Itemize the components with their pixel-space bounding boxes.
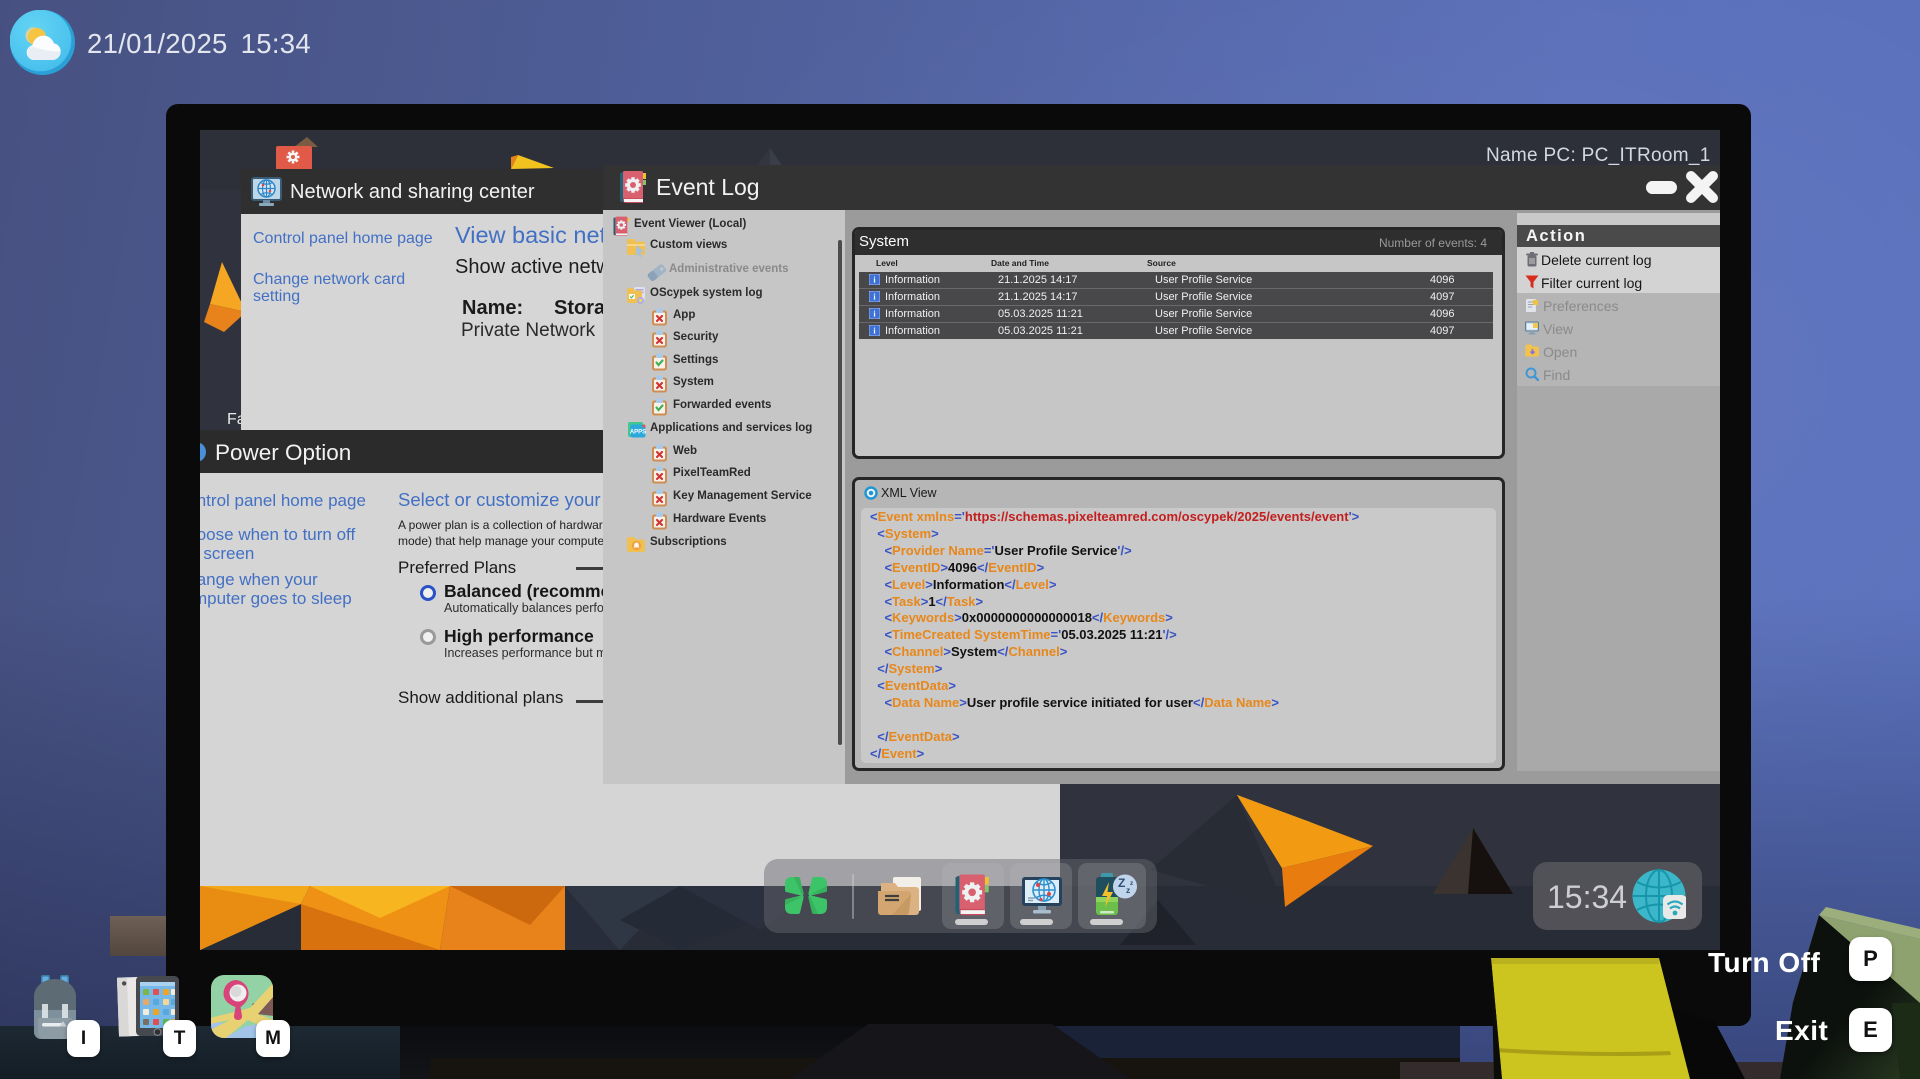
svg-text:APPS: APPS [630, 430, 646, 436]
svg-text:Z: Z [1118, 876, 1125, 890]
